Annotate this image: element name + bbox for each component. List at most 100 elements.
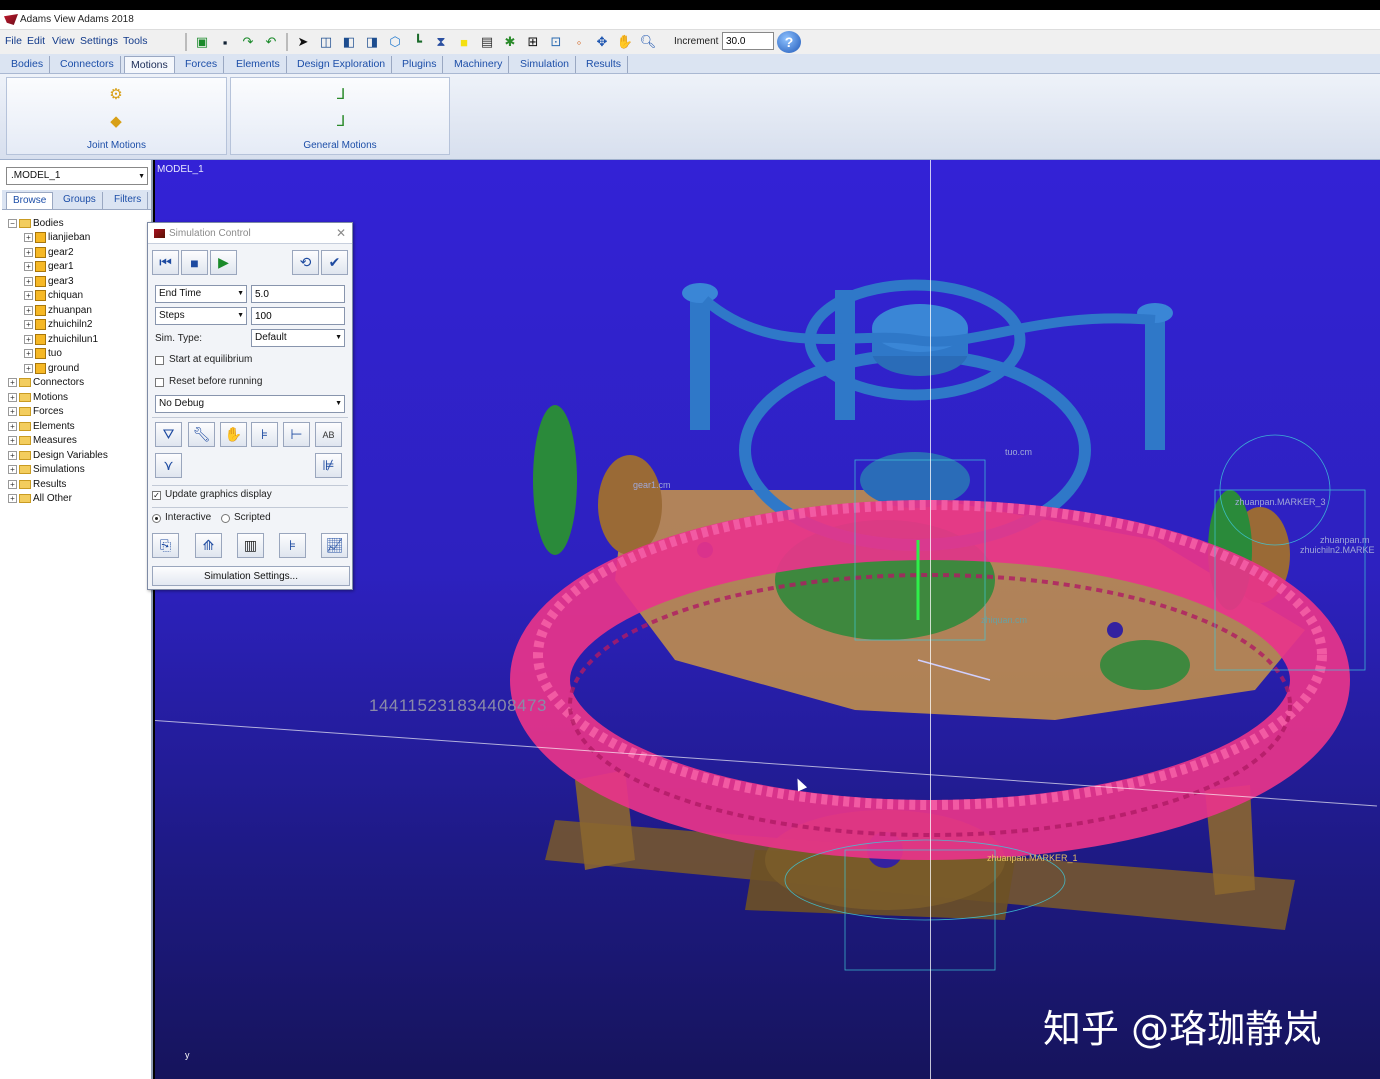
rotate-icon[interactable]: ✥ xyxy=(592,32,612,52)
expand-icon[interactable]: + xyxy=(24,349,33,359)
reset-button[interactable]: ⟲ xyxy=(292,250,319,275)
tab-connectors[interactable]: Connectors xyxy=(54,56,121,73)
general-motion-icon[interactable]: ⅃ xyxy=(331,112,351,130)
tree-item-gear3[interactable]: + gear3 xyxy=(8,274,152,289)
help-icon[interactable]: ? xyxy=(777,31,801,53)
measure-plot-icon[interactable]: ⊯ xyxy=(315,453,342,478)
iso-icon[interactable]: ⬡ xyxy=(385,32,405,52)
tab-plugins[interactable]: Plugins xyxy=(396,56,444,73)
model-selector[interactable]: .MODEL_1 ▼ xyxy=(6,167,148,185)
select-icon[interactable]: ➤ xyxy=(293,32,313,52)
plot-settings-icon[interactable]: ⊢ xyxy=(283,422,310,447)
menu-tools[interactable]: Tools xyxy=(123,35,148,47)
hand-icon[interactable]: ✋ xyxy=(220,422,247,447)
tree-item-ground[interactable]: + ground xyxy=(8,361,152,376)
new-icon[interactable]: ▣ xyxy=(192,32,212,52)
start-equilibrium-checkbox[interactable] xyxy=(155,356,164,365)
expand-icon[interactable]: + xyxy=(8,494,17,504)
sim-type-dropdown[interactable]: Default ▼ xyxy=(251,329,345,347)
tree-item-chiquan[interactable]: + chiquan xyxy=(8,289,152,304)
save-run-icon[interactable]: ⎘ xyxy=(152,533,179,558)
menu-edit[interactable]: Edit xyxy=(27,35,45,47)
abcd-icon[interactable]: AB xyxy=(315,422,342,447)
color-icon[interactable]: ■ xyxy=(454,32,474,52)
translational-joint-motion-icon[interactable]: ◆ xyxy=(106,112,126,130)
expand-icon[interactable]: + xyxy=(24,247,33,257)
tab-motions[interactable]: Motions xyxy=(124,56,175,73)
point-icon[interactable]: ◦ xyxy=(569,32,589,52)
expand-icon[interactable]: + xyxy=(24,291,33,301)
expand-icon[interactable]: + xyxy=(24,305,33,315)
rewind-button[interactable]: ⏮ xyxy=(152,250,179,275)
save-icon[interactable]: ▪ xyxy=(215,32,235,52)
pan-icon[interactable]: ✋ xyxy=(615,32,635,52)
expand-icon[interactable]: + xyxy=(24,262,33,272)
tab-forces[interactable]: Forces xyxy=(179,56,225,73)
tab-bodies[interactable]: Bodies xyxy=(5,56,51,73)
view-side-icon[interactable]: ◨ xyxy=(362,32,382,52)
tab-design-exploration[interactable]: Design Exploration xyxy=(291,56,393,73)
table-icon[interactable]: ⊧ xyxy=(279,533,306,558)
tree-item-results[interactable]: + Results xyxy=(8,477,152,492)
info-icon[interactable]: ▤ xyxy=(477,32,497,52)
tree-item-all-other[interactable]: + All Other xyxy=(8,492,152,507)
steps-dropdown[interactable]: Steps ▼ xyxy=(155,307,247,325)
solver-settings-icon[interactable]: ⊧ xyxy=(251,422,278,447)
interactive-radio[interactable] xyxy=(152,514,161,523)
load-run-icon[interactable]: ⟰ xyxy=(195,533,222,558)
tree-item-design-variables[interactable]: + Design Variables xyxy=(8,448,152,463)
animation-icon[interactable]: ▥ xyxy=(237,533,264,558)
menu-file[interactable]: File xyxy=(5,35,22,47)
scripted-radio[interactable] xyxy=(221,514,230,523)
end-time-input[interactable] xyxy=(251,285,345,303)
view-top-icon[interactable]: ◧ xyxy=(339,32,359,52)
collapse-icon[interactable]: − xyxy=(8,218,17,228)
tab-browse[interactable]: Browse xyxy=(6,192,54,209)
tree-item-connectors[interactable]: + Connectors xyxy=(8,376,152,391)
rotational-joint-motion-icon[interactable]: ⚙ xyxy=(106,85,126,103)
zoom-box-icon[interactable]: ⊡ xyxy=(546,32,566,52)
update-graphics-checkbox[interactable]: ✓ xyxy=(152,491,161,500)
menu-view[interactable]: View xyxy=(52,35,75,47)
tree-item-zhuanpan[interactable]: + zhuanpan xyxy=(8,303,152,318)
close-icon[interactable]: ✕ xyxy=(336,226,346,240)
reset-before-running-checkbox[interactable] xyxy=(155,378,164,387)
expand-icon[interactable]: + xyxy=(8,378,17,388)
steps-input[interactable] xyxy=(251,307,345,325)
tab-machinery[interactable]: Machinery xyxy=(448,56,510,73)
tree-item-forces[interactable]: + Forces xyxy=(8,405,152,420)
tab-results[interactable]: Results xyxy=(580,56,629,73)
zoom-icon[interactable]: 🔍︎ xyxy=(638,32,658,52)
play-button[interactable]: ▶ xyxy=(210,250,237,275)
end-time-dropdown[interactable]: End Time ▼ xyxy=(155,285,247,303)
grid-icon[interactable]: ⊞ xyxy=(523,32,543,52)
general-point-motion-icon[interactable]: ⅃ xyxy=(331,85,351,103)
simulation-settings-button[interactable]: Simulation Settings... xyxy=(152,566,350,586)
view-front-icon[interactable]: ◫ xyxy=(316,32,336,52)
triad-icon[interactable]: ┗ xyxy=(408,32,428,52)
expand-icon[interactable]: + xyxy=(8,407,17,417)
tree-item-elements[interactable]: + Elements xyxy=(8,419,152,434)
tab-elements[interactable]: Elements xyxy=(230,56,287,73)
expand-icon[interactable]: + xyxy=(8,421,17,431)
stop-button[interactable]: ■ xyxy=(181,250,208,275)
expand-icon[interactable]: + xyxy=(24,320,33,330)
expand-icon[interactable]: + xyxy=(8,392,17,402)
tree-item-simulations[interactable]: + Simulations xyxy=(8,463,152,478)
plugin-icon[interactable]: ✱ xyxy=(500,32,520,52)
redo-icon[interactable]: ↷ xyxy=(238,32,258,52)
expand-icon[interactable]: + xyxy=(24,363,33,373)
tree-item-bodies[interactable]: − Bodies xyxy=(8,216,152,231)
menu-settings[interactable]: Settings xyxy=(80,35,118,47)
expand-icon[interactable]: + xyxy=(8,479,17,489)
tree-item-zhuichiln2[interactable]: + zhuichiln2 xyxy=(8,318,152,333)
postprocessor-icon[interactable]: 📈︎ xyxy=(321,533,348,558)
expand-icon[interactable]: + xyxy=(24,233,33,243)
tab-groups[interactable]: Groups xyxy=(57,192,103,209)
sensor-icon[interactable]: ⛛ xyxy=(155,422,182,447)
tab-simulation[interactable]: Simulation xyxy=(514,56,577,73)
nastran-icon[interactable]: ⋎ xyxy=(155,453,182,478)
debug-dropdown[interactable]: No Debug ▼ xyxy=(155,395,345,413)
expand-icon[interactable]: + xyxy=(8,436,17,446)
tree-item-gear2[interactable]: + gear2 xyxy=(8,245,152,260)
